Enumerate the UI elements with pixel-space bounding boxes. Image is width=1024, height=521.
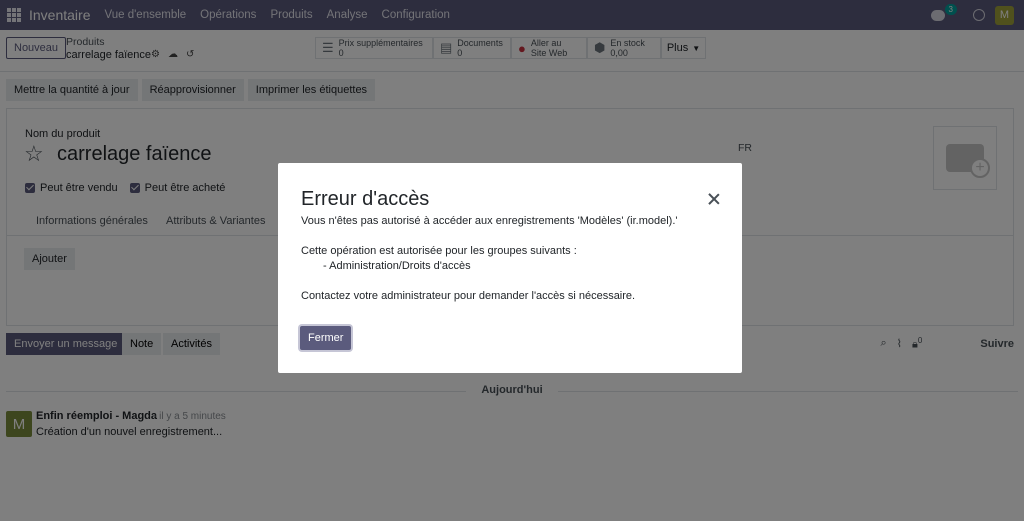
dialog-message-line4: Contactez votre administrateur pour dema… — [301, 290, 636, 302]
close-icon[interactable] — [708, 193, 720, 205]
dialog-message-line2: Cette opération est autorisée pour les g… — [301, 245, 577, 257]
dialog-message-line3: - Administration/Droits d'accès — [323, 260, 471, 272]
dialog-title: Erreur d'accès — [301, 188, 430, 210]
close-dialog-button[interactable]: Fermer — [300, 326, 352, 350]
access-error-dialog: Erreur d'accès Vous n'êtes pas autorisé … — [278, 163, 742, 373]
dialog-message-line1: Vous n'êtes pas autorisé à accéder aux e… — [301, 215, 678, 227]
